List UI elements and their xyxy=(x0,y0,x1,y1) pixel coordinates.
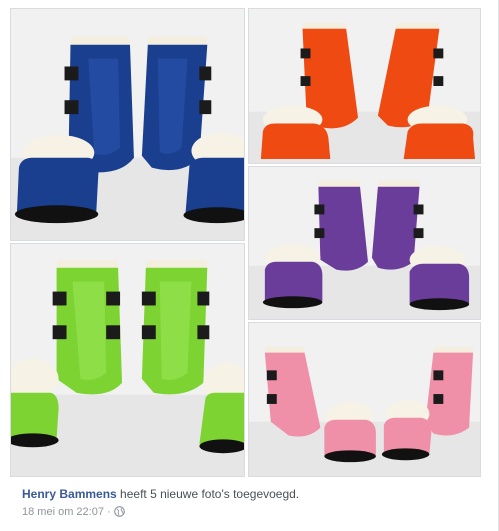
post-headline: Henry Bammens heeft 5 nieuwe foto's toeg… xyxy=(22,486,482,502)
author-link[interactable]: Henry Bammens xyxy=(22,487,117,501)
globe-icon[interactable] xyxy=(113,506,125,517)
photo-pink-image xyxy=(249,323,480,476)
photo-orange-boots[interactable] xyxy=(248,8,481,164)
photo-blue-boots[interactable] xyxy=(10,8,245,241)
post-footer: Henry Bammens heeft 5 nieuwe foto's toeg… xyxy=(22,486,482,520)
post-meta: 18 mei om 22:07 · xyxy=(22,504,482,520)
photo-purple-image xyxy=(249,167,480,319)
photo-purple-boots[interactable] xyxy=(248,166,481,320)
photo-blue-image xyxy=(11,9,244,240)
photo-grid xyxy=(0,0,499,480)
photo-pink-boots[interactable] xyxy=(248,322,481,477)
meta-separator: · xyxy=(106,506,111,518)
post-card: Henry Bammens heeft 5 nieuwe foto's toeg… xyxy=(0,0,499,531)
action-text: heeft 5 nieuwe foto's toegevoegd. xyxy=(116,487,300,501)
timestamp-link[interactable]: 18 mei om 22:07 xyxy=(22,506,104,518)
scrollbar[interactable] xyxy=(488,0,494,531)
photo-green-boots[interactable] xyxy=(10,243,245,477)
photo-green-image xyxy=(11,244,244,476)
photo-orange-image xyxy=(249,9,480,163)
